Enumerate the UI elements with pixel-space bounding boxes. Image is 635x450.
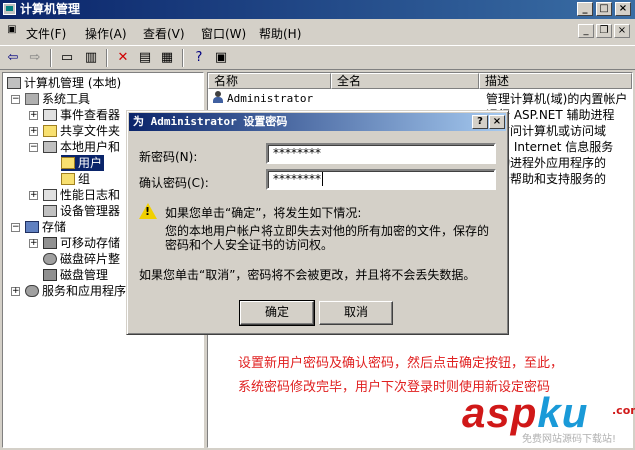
tree-item-device-manager[interactable]: 设备管理器	[43, 203, 120, 219]
collapse-toggle[interactable]: −	[11, 223, 20, 232]
menu-help[interactable]: 帮助(H)	[259, 25, 301, 42]
column-header-name[interactable]: 名称	[208, 73, 331, 89]
menu-window[interactable]: 窗口(W)	[201, 25, 246, 42]
tree-item-shared-folders[interactable]: 共享文件夹	[43, 123, 120, 139]
column-header-description[interactable]: 描述	[479, 73, 632, 89]
help-icon[interactable]: ?	[190, 49, 208, 67]
watermark-tagline: 免费网站源码下载站!	[522, 434, 617, 445]
event-viewer-icon	[43, 109, 57, 121]
watermark-logo: aspku	[462, 389, 589, 436]
text-cursor	[322, 172, 327, 186]
menu-view[interactable]: 查看(V)	[143, 25, 185, 42]
mdi-close-button[interactable]: ×	[614, 24, 630, 38]
console-icon[interactable]: ▣	[212, 49, 230, 67]
close-button[interactable]: ×	[615, 2, 631, 16]
cancel-note: 如果您单击“取消”，密码将不会被更改，并且将不会丢失数据。	[139, 268, 476, 282]
device-icon	[43, 205, 57, 217]
computer-management-icon	[3, 3, 16, 15]
tree-item-performance-logs[interactable]: 性能日志和	[43, 187, 120, 203]
removable-icon	[43, 237, 57, 249]
annotation-line-1: 设置新用户密码及确认密码，然后点击确定按钮，至此，	[238, 356, 564, 371]
dialog-help-button[interactable]: ?	[472, 115, 488, 129]
export-list-icon[interactable]: ▦	[158, 49, 176, 67]
tools-icon	[25, 93, 39, 105]
expand-toggle[interactable]: +	[11, 287, 20, 296]
tree-item-users[interactable]: 用户	[61, 155, 105, 171]
delete-icon[interactable]: ✕	[114, 49, 132, 67]
up-folder-icon[interactable]: ▭	[58, 49, 76, 67]
mdi-minimize-button[interactable]: _	[578, 24, 594, 38]
folder-icon	[61, 157, 75, 169]
new-password-field[interactable]: ********	[266, 143, 496, 164]
tree-item-event-viewer[interactable]: 事件查看器	[43, 107, 120, 123]
expand-toggle[interactable]: +	[29, 191, 38, 200]
tree-item-storage[interactable]: 存储	[25, 219, 66, 235]
confirm-password-field[interactable]: ********	[266, 169, 496, 190]
warning-detail-2: 密码和个人安全证书的访问权。	[165, 238, 334, 252]
expand-toggle[interactable]: +	[29, 111, 38, 120]
forward-icon[interactable]: ⇨	[26, 49, 44, 67]
back-icon[interactable]: ⇦	[4, 49, 22, 67]
expand-toggle[interactable]: +	[29, 239, 38, 248]
ok-button[interactable]: 确定	[239, 300, 315, 326]
tree-item-local-users[interactable]: 本地用户和	[43, 139, 120, 155]
set-password-dialog: 为 Administrator 设置密码 ? × 新密码(N): *******…	[126, 110, 509, 335]
window-title: 计算机管理	[20, 2, 81, 16]
defrag-icon	[43, 253, 57, 265]
tree-item-groups[interactable]: 组	[61, 171, 90, 187]
toolbar-separator	[50, 49, 52, 67]
toolbar-separator	[106, 49, 108, 67]
aspku-watermark: aspku .com 免费网站源码下载站!	[462, 389, 635, 446]
show-hide-tree-icon[interactable]: ▥	[82, 49, 100, 67]
dialog-close-button[interactable]: ×	[489, 115, 505, 129]
minimize-button[interactable]: _	[577, 2, 593, 16]
mdi-system-menu-icon[interactable]: ▣	[4, 24, 20, 38]
window-title-bar[interactable]: 计算机管理 _ □ ×	[0, 0, 635, 19]
new-password-label: 新密码(N):	[139, 150, 198, 164]
computer-icon	[7, 77, 21, 89]
tree-item-disk-defragmenter[interactable]: 磁盘碎片整	[43, 251, 120, 267]
dialog-title: 为 Administrator 设置密码	[133, 115, 288, 128]
cancel-button[interactable]: 取消	[319, 301, 393, 325]
tree-item-services-applications[interactable]: 服务和应用程序	[25, 283, 126, 299]
tree-item-disk-management[interactable]: 磁盘管理	[43, 267, 108, 283]
menu-bar: ▣ 文件(F) 操作(A) 查看(V) 窗口(W) 帮助(H) _ ❐ ×	[0, 20, 635, 44]
tree-item-computer-management[interactable]: 计算机管理 (本地)	[7, 75, 121, 91]
column-header-fullname[interactable]: 全名	[331, 73, 479, 89]
user-icon	[212, 91, 224, 104]
menu-action[interactable]: 操作(A)	[85, 25, 127, 42]
warning-heading: 如果您单击“确定”，将发生如下情况:	[165, 206, 362, 220]
warning-icon: !	[139, 203, 157, 219]
menu-file[interactable]: 文件(F)	[26, 25, 66, 42]
users-icon	[43, 141, 57, 153]
collapse-toggle[interactable]: −	[29, 143, 38, 152]
mdi-restore-button[interactable]: ❐	[596, 24, 612, 38]
expand-toggle[interactable]: +	[29, 127, 38, 136]
folder-icon	[61, 173, 75, 185]
folder-icon	[43, 125, 57, 137]
tree-item-removable-storage[interactable]: 可移动存储	[43, 235, 120, 251]
watermark-suffix: .com	[612, 404, 635, 417]
log-icon	[43, 189, 57, 201]
maximize-button[interactable]: □	[596, 2, 612, 16]
dialog-title-bar[interactable]: 为 Administrator 设置密码 ? ×	[129, 113, 506, 131]
confirm-password-label: 确认密码(C):	[139, 176, 209, 190]
list-row[interactable]: Administrator 管理计算机(域)的内置帐户	[210, 91, 632, 107]
disk-icon	[43, 269, 57, 281]
tree-item-system-tools[interactable]: 系统工具	[25, 91, 90, 107]
properties-icon[interactable]: ▤	[136, 49, 154, 67]
toolbar: ⇦ ⇨ ▭ ▥ ✕ ▤ ▦ ? ▣	[0, 45, 635, 70]
collapse-toggle[interactable]: −	[11, 95, 20, 104]
services-icon	[25, 285, 39, 297]
toolbar-separator	[182, 49, 184, 67]
storage-icon	[25, 221, 39, 233]
